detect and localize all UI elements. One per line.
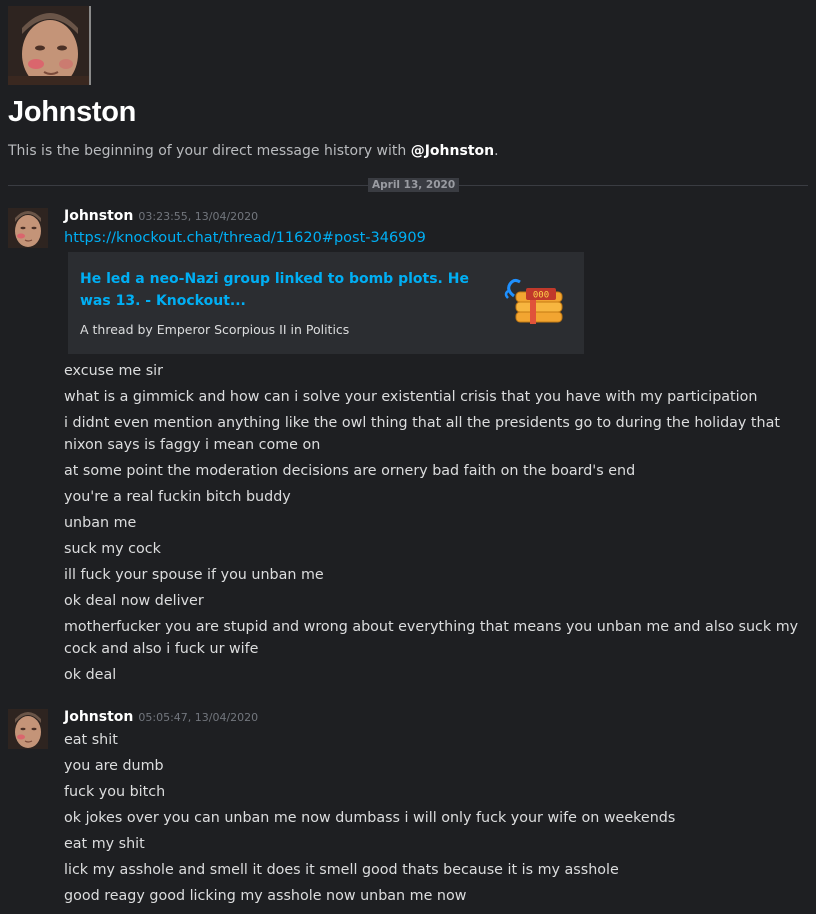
message-header: Johnston 03:23:55, 13/04/2020 bbox=[64, 208, 258, 224]
dynamite-icon: 000 bbox=[504, 274, 568, 326]
message-timestamp: 05:05:47, 13/04/2020 bbox=[138, 711, 259, 724]
message-line: you are dumb bbox=[64, 758, 164, 774]
message-avatar[interactable] bbox=[8, 208, 48, 248]
message-line: lick my asshole and smell it does it sme… bbox=[64, 862, 619, 878]
message-line: at some point the moderation decisions a… bbox=[64, 463, 636, 479]
date-divider-label: April 13, 2020 bbox=[368, 178, 460, 192]
message-line: eat my shit bbox=[64, 836, 145, 852]
message-avatar[interactable] bbox=[8, 709, 48, 749]
embed-title[interactable]: He led a neo-Nazi group linked to bomb p… bbox=[80, 268, 480, 312]
message-header: Johnston 05:05:47, 13/04/2020 bbox=[64, 709, 258, 725]
author-name[interactable]: Johnston bbox=[64, 208, 133, 224]
channel-title: Johnston bbox=[8, 96, 137, 128]
intro-handle[interactable]: @Johnston bbox=[411, 143, 494, 159]
avatar-face-image bbox=[8, 208, 48, 248]
message-line: ok jokes over you can unban me now dumba… bbox=[64, 810, 676, 826]
message-line: what is a gimmick and how can i solve yo… bbox=[64, 389, 758, 405]
message-line: ill fuck your spouse if you unban me bbox=[64, 567, 324, 583]
message-line: eat shit bbox=[64, 732, 118, 748]
message-line: good reagy good licking my asshole now u… bbox=[64, 888, 467, 904]
message-line: fuck you bitch bbox=[64, 784, 166, 800]
message-line: suck my cock bbox=[64, 541, 161, 557]
message-line: excuse me sir bbox=[64, 363, 164, 379]
avatar-face-image bbox=[8, 709, 48, 749]
avatar-face-image bbox=[8, 6, 89, 85]
message-line: motherfucker you are stupid and wrong ab… bbox=[64, 619, 799, 657]
embed-description: A thread by Emperor Scorpious II in Poli… bbox=[80, 322, 350, 337]
message-line: i didnt even mention anything like the o… bbox=[64, 415, 780, 453]
message-line: unban me bbox=[64, 515, 137, 531]
message-timestamp: 03:23:55, 13/04/2020 bbox=[138, 210, 259, 223]
message-line: ok deal bbox=[64, 667, 117, 683]
dm-intro-text: This is the beginning of your direct mes… bbox=[8, 143, 499, 159]
author-name[interactable]: Johnston bbox=[64, 709, 133, 725]
svg-text:000: 000 bbox=[533, 291, 549, 301]
message-line: you're a real fuckin bitch buddy bbox=[64, 489, 291, 505]
link-embed: He led a neo-Nazi group linked to bomb p… bbox=[68, 252, 584, 354]
profile-avatar[interactable] bbox=[8, 6, 91, 85]
intro-suffix: . bbox=[494, 143, 499, 159]
message-link[interactable]: https://knockout.chat/thread/11620#post-… bbox=[64, 230, 426, 246]
message-line: ok deal now deliver bbox=[64, 593, 204, 609]
intro-prefix: This is the beginning of your direct mes… bbox=[8, 143, 411, 159]
dm-history-page: Johnston This is the beginning of your d… bbox=[0, 0, 816, 914]
